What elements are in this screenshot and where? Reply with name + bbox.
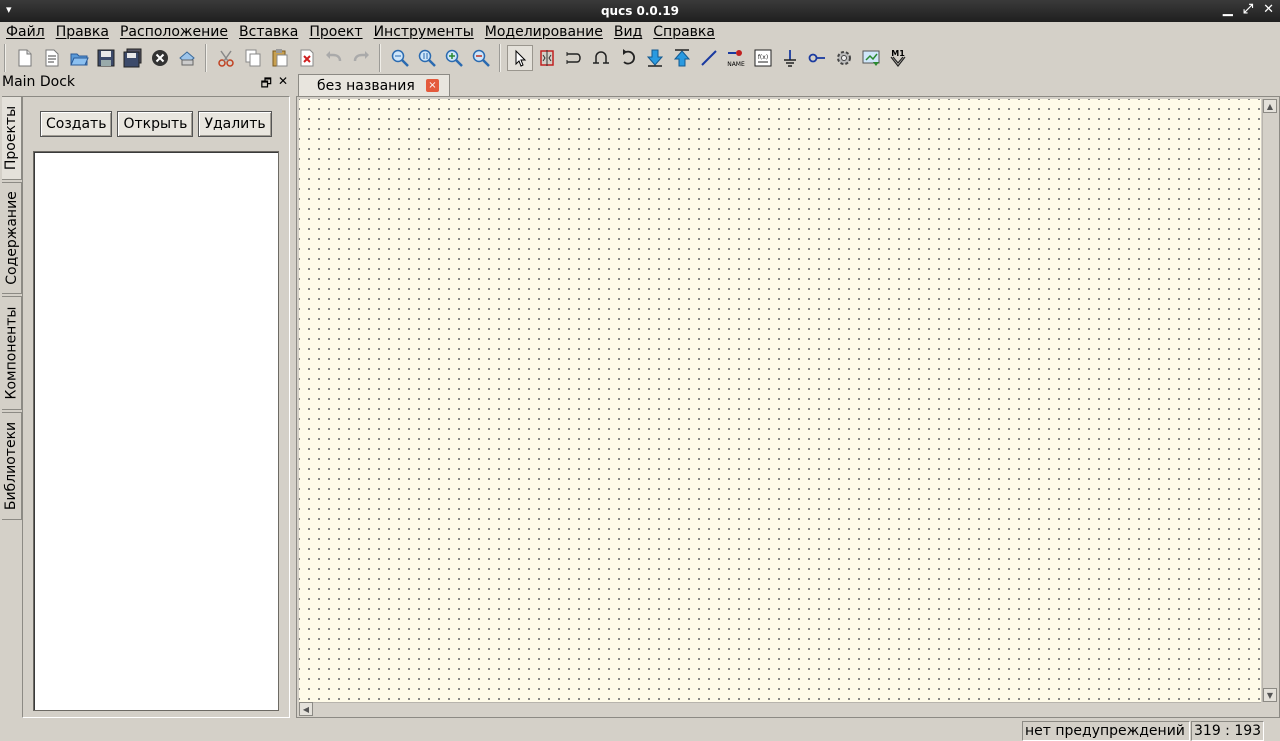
select-icon[interactable] [507,45,533,71]
marker-label-text: M1 [891,49,905,58]
schematic-canvas[interactable] [299,99,1261,702]
toolbar-tools-group: NAME f(x) M1 [499,44,916,72]
menu-insert[interactable]: Вставка [239,24,298,40]
document-tab-bar: без названия × [296,74,1280,96]
redo-icon[interactable] [348,45,374,71]
wire-label-text: NAME [727,61,745,68]
dpl-icon[interactable] [858,45,884,71]
rotate-icon[interactable] [588,45,614,71]
mirror-icon[interactable] [534,45,560,71]
print-icon[interactable] [174,45,200,71]
close-window-icon[interactable]: ✕ [1263,2,1274,17]
dock-side-tabs: Проекты Содержание Компоненты Библиотеки [2,96,22,526]
new-text-icon[interactable] [39,45,65,71]
create-project-button[interactable]: Создать [40,111,113,137]
paste-icon[interactable] [267,45,293,71]
zoom-in-icon[interactable] [441,45,467,71]
tab-untitled[interactable]: без названия × [298,74,450,96]
toolbar-edit-group [205,44,379,72]
equation-icon[interactable]: f(x) [750,45,776,71]
mirror-y-icon[interactable] [561,45,587,71]
minimize-icon[interactable]: ▁ [1223,2,1233,17]
wire-icon[interactable] [696,45,722,71]
zoom-1to1-icon[interactable] [414,45,440,71]
ground-icon[interactable] [777,45,803,71]
menu-simulation[interactable]: Моделирование [485,24,603,40]
copy-icon[interactable] [240,45,266,71]
tab-contents[interactable]: Содержание [2,182,22,294]
tab-projects-label: Проекты [3,105,20,171]
save-all-icon[interactable] [120,45,146,71]
toolbar-view-group [379,44,499,72]
cut-icon[interactable] [213,45,239,71]
dock-close-icon[interactable]: ✕ [278,74,288,95]
scroll-left-icon[interactable]: ◀ [299,702,313,716]
tab-projects[interactable]: Проекты [2,96,22,180]
tab-components-label: Компоненты [3,306,20,400]
zoom-fit-icon[interactable] [387,45,413,71]
zoom-out-icon[interactable] [468,45,494,71]
vertical-scrollbar[interactable]: ▲ ▼ [1262,99,1278,702]
menu-positioning[interactable]: Расположение [120,24,228,40]
simulate-icon[interactable] [831,45,857,71]
ascend-icon[interactable] [669,45,695,71]
save-icon[interactable] [93,45,119,71]
tab-components[interactable]: Компоненты [2,296,22,410]
port-icon[interactable] [804,45,830,71]
projects-panel: Создать Открыть Удалить [22,96,290,718]
scroll-down-icon[interactable]: ▼ [1263,688,1277,702]
tab-libraries[interactable]: Библиотеки [2,412,22,520]
menu-tools[interactable]: Инструменты [374,24,474,40]
equation-label-text: f(x) [758,54,768,61]
descend-icon[interactable] [642,45,668,71]
menu-file[interactable]: Файл [6,24,45,40]
status-bar: нет предупреждений 319 : 193 [0,720,1280,741]
menu-view[interactable]: Вид [614,24,642,40]
dock-title: Main Dock [2,74,76,90]
toolbar: NAME f(x) M1 [0,42,1280,74]
status-coordinates: 319 : 193 [1191,721,1264,741]
menu-help[interactable]: Справка [653,24,715,40]
window-title-bar: ▾ qucs 0.0.19 ▁ ⤢ ✕ [0,0,1280,22]
menu-project[interactable]: Проект [309,24,362,40]
menu-edit[interactable]: Правка [56,24,109,40]
window-title: qucs 0.0.19 [600,4,680,18]
marker-icon[interactable]: M1 [885,45,911,71]
close-doc-icon[interactable] [147,45,173,71]
tab-libraries-label: Библиотеки [3,421,20,511]
new-file-icon[interactable] [12,45,38,71]
tab-untitled-label: без названия [317,77,415,94]
toolbar-file-group [4,44,205,72]
wire-label-icon[interactable]: NAME [723,45,749,71]
menu-bar: Файл Правка Расположение Вставка Проект … [0,22,1280,42]
dock-float-icon[interactable]: 🗗 [261,74,272,95]
delete-project-button[interactable]: Удалить [198,111,272,137]
project-list[interactable] [33,151,279,711]
horizontal-scrollbar[interactable]: ◀ [299,702,1261,716]
delete-icon[interactable] [294,45,320,71]
open-project-button[interactable]: Открыть [117,111,194,137]
scroll-up-icon[interactable]: ▲ [1263,99,1277,113]
maximize-icon[interactable]: ⤢ [1243,2,1253,17]
schematic-frame: ▲ ▼ ◀ [296,96,1280,718]
status-warnings: нет предупреждений [1022,721,1190,741]
undo-icon[interactable] [321,45,347,71]
dock-title-bar: Main Dock 🗗 ✕ [2,74,290,92]
rotate-left-icon[interactable] [615,45,641,71]
tab-close-icon[interactable]: × [426,79,439,92]
open-icon[interactable] [66,45,92,71]
tab-contents-label: Содержание [3,191,20,285]
